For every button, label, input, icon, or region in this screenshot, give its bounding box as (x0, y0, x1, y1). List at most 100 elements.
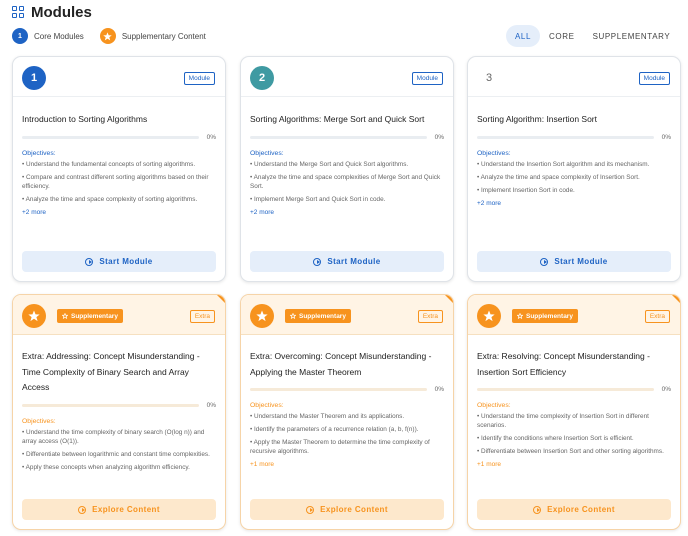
star-outline-icon (517, 313, 523, 319)
objectives-label: Objectives: (477, 402, 511, 409)
objective-item: • Understand the Insertion Sort algorith… (477, 160, 650, 168)
module-tag: Module (638, 72, 670, 85)
more-objectives-link[interactable]: +2 more (250, 208, 444, 218)
progress-bar: 0% (477, 134, 671, 141)
play-icon (306, 505, 315, 514)
supplementary-card[interactable]: Supplementary Extra Extra: Overcoming: C… (240, 294, 454, 530)
corner-accent (444, 295, 453, 304)
supplementary-tag-label: Supplementary (299, 312, 346, 320)
objective-item: • Analyze the time and space complexity … (22, 196, 198, 203)
star-icon (99, 28, 116, 44)
objective-item: • Identify the parameters of a recurrenc… (250, 425, 419, 433)
progress-percent: 0% (206, 402, 216, 409)
card-title: Extra: Overcoming: Concept Misunderstand… (250, 351, 432, 377)
objectives-label: Objectives: (477, 150, 511, 157)
progress-percent: 0% (206, 134, 216, 141)
progress-percent: 0% (661, 386, 671, 393)
objective-item: • Identify the conditions where Insertio… (477, 435, 634, 442)
more-objectives-link[interactable]: +2 more (477, 199, 671, 209)
objectives: Objectives: • Understand the Master Theo… (250, 401, 444, 470)
button-label: Start Module (327, 257, 381, 266)
filter-all[interactable]: ALL (506, 25, 541, 47)
objectives: Objectives: • Understand the Insertion S… (477, 149, 671, 208)
card-header: 1 Module (13, 57, 225, 97)
supplementary-card[interactable]: Supplementary Extra Extra: Resolving: Co… (467, 294, 681, 530)
module-tag: Module (411, 72, 443, 85)
objective-item: • Analyze the time and space complexity … (477, 173, 640, 181)
card-title: Sorting Algorithms: Merge Sort and Quick… (250, 114, 425, 124)
supplementary-tag: Supplementary (57, 309, 123, 323)
supplementary-legend-label: Supplementary Content (121, 31, 206, 41)
play-icon (85, 257, 94, 266)
card-title: Sorting Algorithm: Insertion Sort (477, 114, 598, 124)
button-label: Explore Content (92, 505, 160, 514)
supplementary-tag-label: Supplementary (71, 312, 118, 320)
module-number-badge: 1 (22, 66, 46, 90)
star-icon (250, 304, 274, 328)
star-icon (22, 304, 46, 328)
filter-core[interactable]: CORE (540, 25, 584, 47)
progress-bar: 0% (22, 402, 216, 409)
core-legend-label: Core Modules (34, 31, 84, 41)
button-label: Start Module (554, 257, 608, 266)
card-title: Extra: Addressing: Concept Misunderstand… (22, 351, 200, 392)
progress-bar: 0% (22, 134, 216, 141)
more-objectives-link[interactable]: +1 more (477, 460, 671, 470)
progress-bar: 0% (477, 386, 671, 393)
module-card[interactable]: 2 Module Sorting Algorithms: Merge Sort … (240, 56, 454, 282)
more-objectives-link[interactable]: +1 more (250, 460, 444, 470)
progress-percent: 0% (661, 134, 671, 141)
explore-content-button[interactable]: Explore Content (477, 499, 671, 520)
start-module-button[interactable]: Start Module (22, 251, 216, 272)
button-label: Explore Content (547, 505, 615, 514)
star-outline-icon (290, 313, 296, 319)
supplementary-card[interactable]: Supplementary Extra Extra: Addressing: C… (12, 294, 226, 530)
objective-item: • Understand the Master Theorem and its … (250, 412, 405, 420)
objective-item: • Compare and contrast different sorting… (22, 173, 209, 191)
start-module-button[interactable]: Start Module (477, 251, 671, 272)
star-outline-icon (62, 313, 68, 319)
objective-item: • Implement Merge Sort and Quick Sort in… (250, 196, 386, 203)
supplementary-tag: Supplementary (285, 309, 351, 323)
play-icon (78, 505, 87, 514)
filter-tabs: ALL CORE SUPPLEMENTARY (506, 25, 679, 47)
module-card[interactable]: 3 Module Sorting Algorithm: Insertion So… (467, 56, 681, 282)
card-header: 3 Module (468, 57, 680, 97)
objectives: Objectives: • Understand the time comple… (477, 401, 671, 470)
progress-bar: 0% (250, 134, 444, 141)
play-icon (313, 257, 322, 266)
button-label: Start Module (99, 257, 153, 266)
module-card[interactable]: 1 Module Introduction to Sorting Algorit… (12, 56, 226, 282)
objectives-label: Objectives: (22, 150, 56, 157)
objective-item: • Understand the time complexity of Inse… (477, 412, 649, 430)
core-legend-badge: 1 (12, 28, 28, 44)
filter-supplementary[interactable]: SUPPLEMENTARY (584, 25, 680, 47)
button-label: Explore Content (320, 505, 388, 514)
page-title: Modules (31, 3, 92, 21)
objective-item: • Understand the fundamental concepts of… (22, 160, 196, 168)
corner-accent (216, 295, 225, 304)
module-number-badge: 3 (485, 72, 493, 84)
grid-icon (12, 6, 24, 18)
supplementary-tag: Supplementary (512, 309, 578, 323)
progress-percent: 0% (434, 134, 444, 141)
extra-tag: Extra (417, 310, 443, 323)
objectives: Objectives: • Understand the fundamental… (22, 149, 216, 218)
objective-item: • Apply the Master Theorem to determine … (250, 438, 430, 456)
card-title: Introduction to Sorting Algorithms (22, 114, 148, 124)
objectives: Objectives: • Understand the time comple… (22, 417, 216, 476)
progress-bar: 0% (250, 386, 444, 393)
objective-item: • Implement Insertion Sort in code. (477, 186, 575, 194)
objective-item: • Differentiate between logarithmic and … (22, 451, 210, 458)
legend: 1 Core Modules Supplementary Content (12, 28, 222, 44)
start-module-button[interactable]: Start Module (250, 251, 444, 272)
objectives: Objectives: • Understand the Merge Sort … (250, 149, 444, 218)
explore-content-button[interactable]: Explore Content (22, 499, 216, 520)
supplementary-tag-label: Supplementary (526, 312, 573, 320)
play-icon (533, 505, 542, 514)
card-header: Supplementary Extra (241, 295, 453, 335)
explore-content-button[interactable]: Explore Content (250, 499, 444, 520)
objective-item: • Differentiate between Insertion Sort a… (477, 448, 664, 455)
more-objectives-link[interactable]: +2 more (22, 208, 216, 218)
objective-item: • Understand the Merge Sort and Quick So… (250, 160, 409, 168)
